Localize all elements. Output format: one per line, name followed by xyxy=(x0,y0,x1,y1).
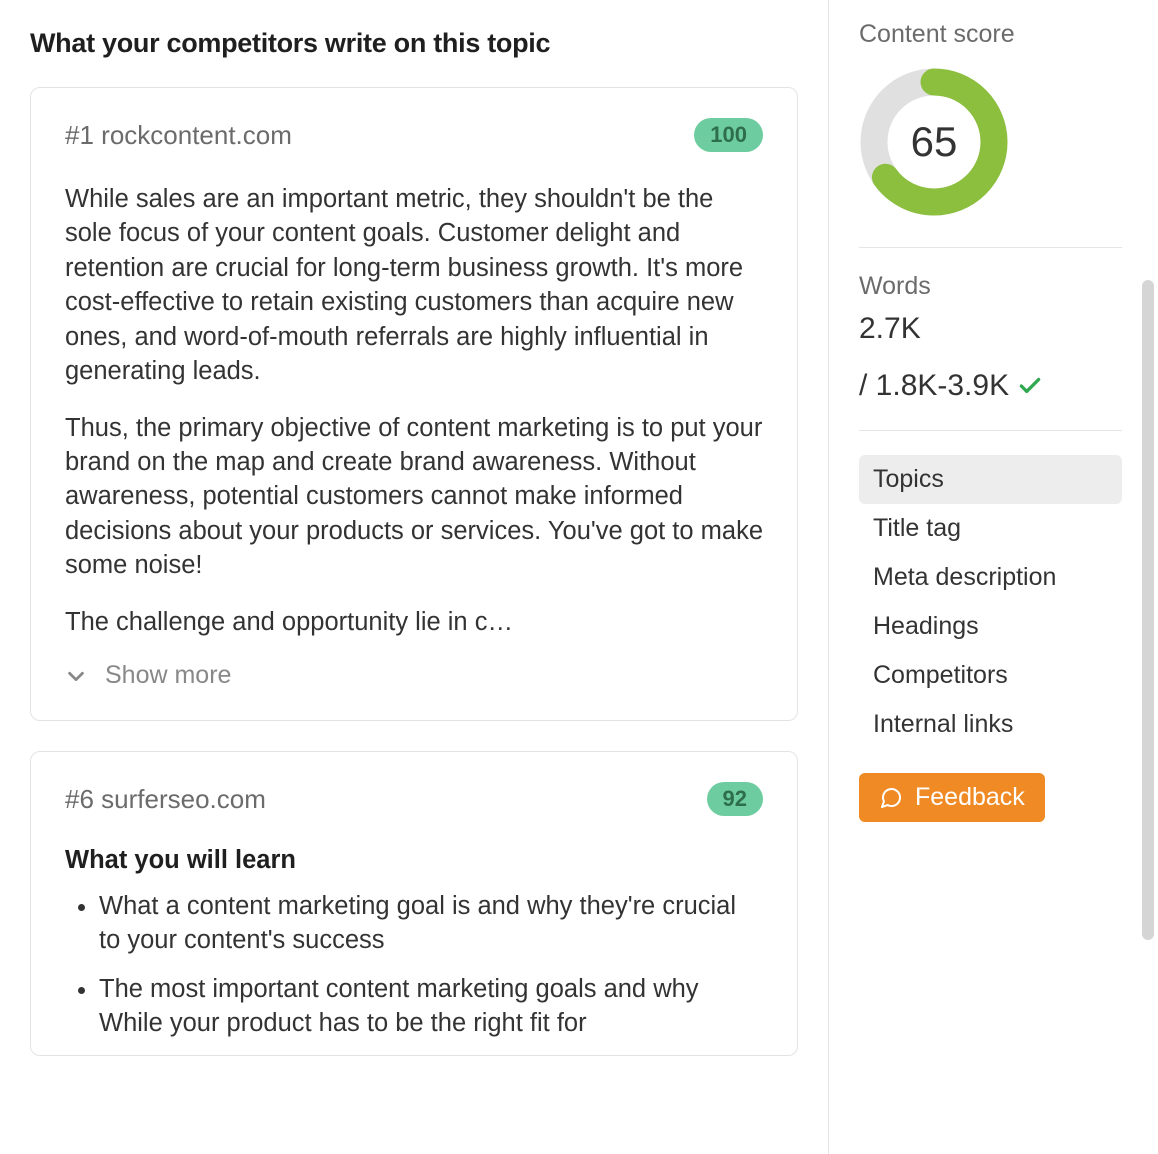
content-score-value: 65 xyxy=(859,67,1009,217)
chevron-down-icon xyxy=(65,665,87,687)
nav-item-title-tag[interactable]: Title tag xyxy=(859,504,1122,553)
competitor-score-pill: 92 xyxy=(707,782,763,816)
list-item: The most important content marketing goa… xyxy=(99,972,763,1041)
competitor-source: #6 surferseo.com xyxy=(65,784,266,815)
nav-item-meta-description[interactable]: Meta description xyxy=(859,553,1122,602)
card-body: What you will learn What a content marke… xyxy=(65,846,763,1041)
competitor-subhead: What you will learn xyxy=(65,846,763,875)
words-count: 2.7K xyxy=(859,309,921,350)
content-score-label: Content score xyxy=(859,20,1122,49)
scrollbar[interactable] xyxy=(1142,280,1154,940)
nav-item-topics[interactable]: Topics xyxy=(859,455,1122,504)
competitor-rank: #1 xyxy=(65,120,94,150)
list-item: What a content marketing goal is and why… xyxy=(99,889,763,958)
nav-item-competitors[interactable]: Competitors xyxy=(859,651,1122,700)
chat-icon xyxy=(879,786,903,810)
feedback-button[interactable]: Feedback xyxy=(859,773,1045,822)
show-more-button[interactable]: Show more xyxy=(65,661,763,690)
main-column: What your competitors write on this topi… xyxy=(0,0,828,1154)
content-score-donut: 65 xyxy=(859,67,1122,217)
sidebar-nav: Topics Title tag Meta description Headin… xyxy=(859,455,1122,749)
competitor-paragraph: The challenge and opportunity lie in c… xyxy=(65,605,763,639)
competitor-paragraph: Thus, the primary objective of content m… xyxy=(65,411,763,583)
words-label: Words xyxy=(859,272,1122,301)
feedback-label: Feedback xyxy=(915,783,1025,812)
nav-item-headings[interactable]: Headings xyxy=(859,602,1122,651)
competitor-card: #6 surferseo.com 92 What you will learn … xyxy=(30,751,798,1056)
words-block: Words 2.7K / 1.8K-3.9K xyxy=(859,272,1122,406)
competitor-source: #1 rockcontent.com xyxy=(65,120,292,151)
competitor-paragraph: While sales are an important metric, the… xyxy=(65,182,763,389)
show-more-label: Show more xyxy=(105,661,231,690)
competitor-score-pill: 100 xyxy=(694,118,763,152)
words-range: / 1.8K-3.9K xyxy=(859,366,1009,407)
competitor-rank: #6 xyxy=(65,784,94,814)
card-header: #6 surferseo.com 92 xyxy=(65,782,763,816)
words-value: 2.7K / 1.8K-3.9K xyxy=(859,309,1122,406)
section-title: What your competitors write on this topi… xyxy=(30,28,798,59)
competitor-card: #1 rockcontent.com 100 While sales are a… xyxy=(30,87,798,721)
divider xyxy=(859,430,1122,431)
check-icon xyxy=(1017,373,1043,399)
card-header: #1 rockcontent.com 100 xyxy=(65,118,763,152)
card-body: While sales are an important metric, the… xyxy=(65,182,763,639)
sidebar: Content score 65 Words 2.7K / 1.8K-3.9K xyxy=(828,0,1158,1154)
bullet-list: What a content marketing goal is and why… xyxy=(65,889,763,1041)
competitor-domain: surferseo.com xyxy=(101,784,266,814)
competitor-domain: rockcontent.com xyxy=(101,120,292,150)
nav-item-internal-links[interactable]: Internal links xyxy=(859,700,1122,749)
divider xyxy=(859,247,1122,248)
